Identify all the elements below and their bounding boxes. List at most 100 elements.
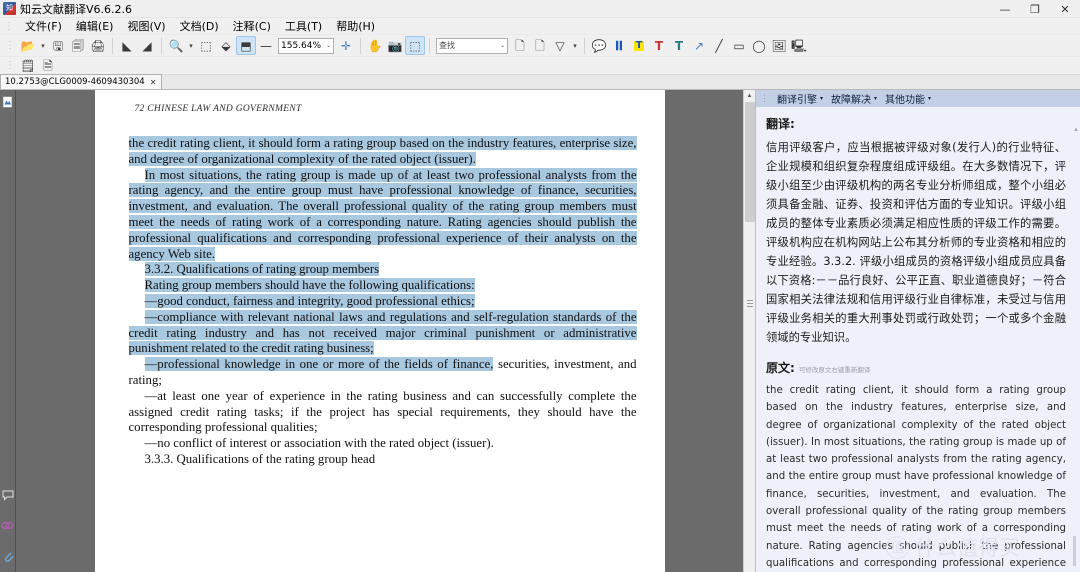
pdf-page: 72 CHINESE LAW AND GOVERNMENT the credit… [94, 90, 665, 572]
open-file-icon[interactable]: 📂 [18, 36, 38, 55]
ocr-document-icon[interactable]: 🗎 [38, 56, 58, 75]
find-chevron-down-icon[interactable]: ⌄ [500, 42, 505, 49]
menu-translation-engine-label: 翻译引擎 [777, 95, 817, 106]
application-window: 知 知云文献翻译V6.6.2.6 — ❐ ✕ ⋮ 文件(F) 编辑(E) 视图(… [0, 0, 1080, 572]
select-tool-icon[interactable]: ⬚ [405, 36, 425, 55]
translation-panel-body: 翻译: 信用评级客户，应当根据被评级对象(发行人)的行业特征、企业规模和组织复杂… [756, 107, 1080, 572]
highlighted-text: Rating group members should have the fol… [144, 278, 475, 293]
toolbar-separator [429, 37, 430, 54]
document-tab-label: 10.2753@CLG0009-4609430304 [5, 77, 145, 87]
title-bar: 知 知云文献翻译V6.6.2.6 — ❐ ✕ [0, 0, 1080, 18]
close-button[interactable]: ✕ [1050, 0, 1080, 18]
ellipse-annotation-icon[interactable]: ◯ [749, 36, 769, 55]
menu-help[interactable]: 帮助(H) [329, 17, 382, 35]
menu-other-functions-label: 其他功能 [885, 95, 926, 106]
scroll-up-arrow-icon[interactable]: ▲ [1073, 127, 1079, 133]
zoom-level-combobox[interactable]: 155.64% ⌄ [278, 37, 334, 54]
scrollbar-thumb[interactable] [745, 102, 755, 222]
source-text[interactable]: the credit rating client, it should form… [766, 382, 1066, 572]
close-tab-icon[interactable]: ✕ [150, 78, 157, 87]
splitter-grip-icon[interactable] [747, 300, 753, 309]
edit-document-icon[interactable]: 🗒 [18, 56, 38, 75]
save-as-icon[interactable]: 🗐 [68, 36, 88, 55]
comment-icon[interactable] [1, 489, 14, 502]
main-toolbar: ⋮ 📂 ▾ 🖫 🗐 🖨 ◣ ◢ 🔍 ▾ ⬚ ⬙ ⬒ — 155.64% ⌄ ✛ … [0, 35, 1080, 57]
snapshot-icon[interactable]: 📷 [385, 36, 405, 55]
document-paragraph: In most situations, the rating group is … [128, 167, 637, 263]
sticky-note-icon[interactable]: 💬 [589, 36, 609, 55]
save-icon[interactable]: 🖫 [48, 36, 68, 55]
chevron-down-icon: ▾ [874, 95, 878, 102]
app-logo-icon: 知 [3, 2, 16, 15]
highlight-text-icon[interactable]: T [629, 36, 649, 55]
translation-label-text: 翻译: [766, 117, 795, 131]
filter-icon[interactable]: ▽ [550, 36, 570, 55]
fit-width-icon[interactable]: ⬒ [236, 36, 256, 55]
menu-other-functions[interactable]: 其他功能 ▾ [881, 91, 935, 106]
signature-icon[interactable] [1, 519, 14, 532]
zoom-tool-caret-icon[interactable]: ▾ [186, 36, 196, 55]
menu-troubleshooting[interactable]: 故障解决 ▾ [827, 91, 881, 106]
underline-text-icon[interactable]: T [669, 36, 689, 55]
open-file-caret-icon[interactable]: ▾ [38, 36, 48, 55]
scroll-up-arrow-icon[interactable]: ▲ [744, 90, 755, 102]
document-tab[interactable]: 10.2753@CLG0009-4609430304 ✕ [0, 74, 163, 89]
pdf-viewer[interactable]: 72 CHINESE LAW AND GOVERNMENT the credit… [16, 90, 743, 572]
maximize-button[interactable]: ❐ [1020, 0, 1050, 18]
translation-panel: ⋮ 翻译引擎 ▾ 故障解决 ▾ 其他功能 ▾ 翻译: 信用评级客户，应当根据被评… [755, 90, 1080, 572]
print-icon[interactable]: 🖨 [88, 36, 108, 55]
rectangle-annotation-icon[interactable]: ▭ [729, 36, 749, 55]
text-edit-icon[interactable]: 𝚰𝚰 [609, 36, 629, 55]
document-tab-strip: 10.2753@CLG0009-4609430304 ✕ [0, 74, 1080, 90]
fit-selection-icon[interactable]: ⬚ [196, 36, 216, 55]
attach-image-icon[interactable]: 🖼 [769, 36, 789, 55]
document-paragraph: —good conduct, fairness and integrity, g… [129, 293, 637, 310]
toolbar-grip-handle[interactable]: ⋮ [5, 40, 15, 51]
line-annotation-icon[interactable]: ╱ [709, 36, 729, 55]
minimize-button[interactable]: — [990, 0, 1020, 18]
panel-resize-grip[interactable] [1073, 536, 1076, 566]
attachment-icon[interactable] [1, 549, 14, 562]
highlighted-text: —good conduct, fairness and integrity, g… [144, 293, 475, 308]
rotate-left-icon[interactable]: ◣ [117, 36, 137, 55]
translation-panel-scrollbar[interactable]: ▲ [1073, 127, 1079, 568]
toolbar-separator [584, 37, 585, 54]
menu-edit[interactable]: 编辑(E) [69, 17, 121, 35]
window-title: 知云文献翻译V6.6.2.6 [20, 2, 133, 16]
zoom-tool-icon[interactable]: 🔍 [166, 36, 186, 55]
stamp-icon[interactable]: 🖳 [789, 36, 809, 55]
filter-caret-icon[interactable]: ▾ [570, 36, 580, 55]
menu-file[interactable]: 文件(F) [18, 17, 69, 35]
source-label-text: 原文: [766, 361, 795, 375]
document-paragraph: —compliance with relevant national laws … [128, 309, 637, 357]
previous-page-icon[interactable]: 🗋 [510, 36, 530, 55]
source-section-label: 原文: 可修改原文右键重新翻译 [766, 359, 1066, 376]
menu-document[interactable]: 文档(D) [173, 17, 226, 35]
fit-page-icon[interactable]: ⬙ [216, 36, 236, 55]
bookmark-page-icon[interactable] [1, 95, 14, 108]
zoom-out-icon[interactable]: — [256, 36, 276, 55]
document-paragraph: Rating group members should have the fol… [129, 278, 637, 294]
secondary-toolbar-grip-handle[interactable]: ⋮ [5, 60, 15, 71]
document-paragraph: —no conflict of interest or association … [144, 436, 494, 451]
menu-comment[interactable]: 注释(C) [226, 17, 278, 35]
menu-grip-handle[interactable]: ⋮ [4, 21, 14, 32]
toolbar-separator [112, 37, 113, 54]
zoom-in-icon[interactable]: ✛ [336, 36, 356, 55]
arrow-annotation-icon[interactable]: ↗ [689, 36, 709, 55]
hand-tool-icon[interactable]: ✋ [365, 36, 385, 55]
chevron-down-icon[interactable]: ⌄ [326, 42, 331, 49]
left-sidebar-rail [0, 90, 16, 572]
find-input[interactable]: 查找 ⌄ [436, 37, 508, 54]
highlighted-text: —compliance with relevant national laws … [128, 309, 637, 356]
strikeout-text-icon[interactable]: T [649, 36, 669, 55]
rotate-right-icon[interactable]: ◢ [137, 36, 157, 55]
menu-tools[interactable]: 工具(T) [278, 17, 329, 35]
menu-translation-engine[interactable]: 翻译引擎 ▾ [773, 91, 827, 106]
translation-menu-grip-handle[interactable]: ⋮ [760, 93, 769, 104]
viewer-scrollbar[interactable]: ▲ [743, 90, 755, 572]
next-page-icon[interactable]: 🗋 [530, 36, 550, 55]
document-heading: 3.3.2. Qualifications of rating group me… [129, 262, 637, 278]
secondary-toolbar: ⋮ 🗒 🗎 [0, 57, 1080, 75]
menu-view[interactable]: 视图(V) [120, 17, 172, 35]
